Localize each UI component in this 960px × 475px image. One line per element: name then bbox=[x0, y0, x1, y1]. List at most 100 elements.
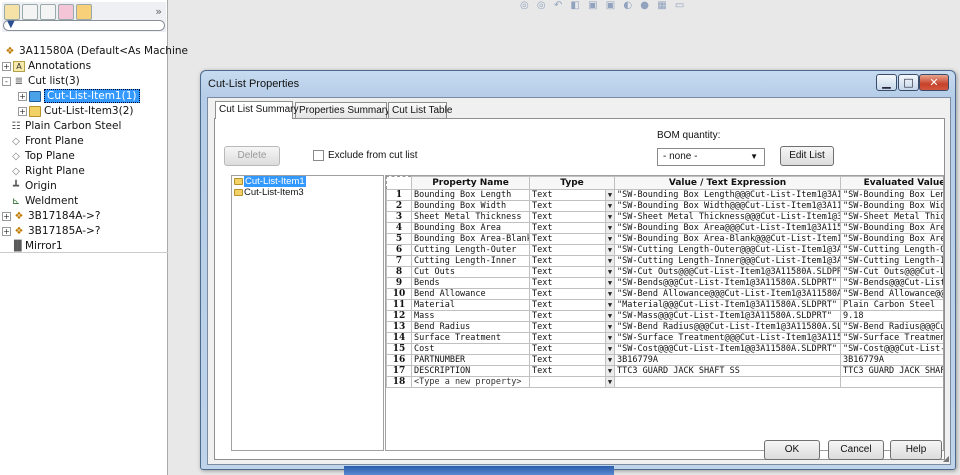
type-cell[interactable]: Text ▼ bbox=[529, 299, 615, 311]
property-name-cell[interactable]: Mass bbox=[411, 310, 530, 322]
chevron-down-icon[interactable]: ▼ bbox=[605, 278, 614, 288]
configuration-manager-tab-icon[interactable] bbox=[40, 4, 56, 20]
tree-item-weldment[interactable]: ⊾ Weldment bbox=[0, 194, 168, 209]
table-row[interactable]: 12 Mass Text ▼ "SW-Mass@@@Cut-List-Item1@3A1… bbox=[386, 310, 943, 322]
expand-icon[interactable]: + bbox=[18, 106, 27, 116]
chevron-down-icon[interactable]: ▼ bbox=[605, 300, 614, 310]
type-cell[interactable]: Text ▼ bbox=[529, 310, 615, 322]
table-row[interactable]: 10 Bend Allowance Text ▼ "SW-Bend Allowance@… bbox=[386, 288, 943, 300]
list-item[interactable]: Cut-List-Item1 bbox=[232, 176, 383, 187]
value-expression-cell[interactable]: "SW-Sheet Metal Thickness@@@Cut-List-Ite… bbox=[614, 211, 841, 223]
expand-icon[interactable]: + bbox=[2, 211, 11, 221]
type-cell[interactable]: Text ▼ bbox=[529, 244, 615, 256]
bom-quantity-select[interactable]: - none - ▼ bbox=[657, 148, 765, 166]
property-name-cell[interactable]: Surface Treatment bbox=[411, 332, 530, 344]
type-cell[interactable]: Text ▼ bbox=[529, 277, 615, 289]
type-cell[interactable]: Text ▼ bbox=[529, 343, 615, 355]
type-cell[interactable]: Text ▼ bbox=[529, 200, 615, 212]
evaluated-value-cell[interactable]: "SW-Cutting Length-Outer@ bbox=[840, 244, 943, 256]
evaluated-value-cell[interactable]: "SW-Bend Radius@@@Cut- bbox=[840, 321, 943, 333]
value-expression-cell[interactable]: "SW-Bend Radius@@@Cut-List-Item1@3A11580… bbox=[614, 321, 841, 333]
expand-icon[interactable]: + bbox=[18, 91, 27, 101]
property-name-cell[interactable]: Cutting Length-Inner bbox=[411, 255, 530, 267]
tree-item-cut-list-item1[interactable]: + Cut-List-Item1(1) bbox=[0, 89, 168, 104]
table-row[interactable]: 4 Bounding Box Area Text ▼ "SW-Bounding Box … bbox=[386, 222, 943, 234]
section-view-icon[interactable]: ◧ bbox=[570, 0, 579, 11]
table-row[interactable]: 11 Material Text ▼ "Material@@@Cut-List-Item… bbox=[386, 299, 943, 311]
tab-properties-summary[interactable]: Properties Summary bbox=[295, 102, 390, 118]
evaluated-value-cell[interactable]: "SW-Bounding Box Area@@ bbox=[840, 222, 943, 234]
view-settings-icon[interactable]: ▭ bbox=[675, 0, 684, 11]
evaluated-value-cell[interactable]: "SW-Sheet Metal Thickness bbox=[840, 211, 943, 223]
chevron-down-icon[interactable]: ▼ bbox=[605, 234, 614, 244]
display-manager-tab-icon[interactable] bbox=[76, 4, 92, 20]
dimxpert-tab-icon[interactable] bbox=[58, 4, 74, 20]
delete-button[interactable]: Delete bbox=[224, 146, 280, 166]
table-row[interactable]: 13 Bend Radius Text ▼ "SW-Bend Radius@@@Cut-… bbox=[386, 321, 943, 333]
property-name-cell[interactable]: DESCRIPTION bbox=[411, 365, 530, 377]
tree-item-3b17184a[interactable]: + ❖ 3B17184A->? bbox=[0, 209, 168, 224]
property-name-cell[interactable]: Bounding Box Width bbox=[411, 200, 530, 212]
chevron-down-icon[interactable]: ▼ bbox=[605, 201, 614, 211]
evaluated-value-cell[interactable]: TTC3 GUARD JACK SHAFT S bbox=[840, 365, 943, 377]
property-name-cell[interactable]: Bounding Box Area-Blank bbox=[411, 233, 530, 245]
evaluated-value-cell[interactable]: "SW-Cut Outs@@@Cut-List bbox=[840, 266, 943, 278]
type-cell[interactable]: Text ▼ bbox=[529, 233, 615, 245]
chevron-down-icon[interactable]: ▼ bbox=[605, 333, 614, 343]
value-expression-cell[interactable]: "Material@@@Cut-List-Item1@3A11580A.SLDP… bbox=[614, 299, 841, 311]
scene-icon[interactable]: ▦ bbox=[657, 0, 666, 11]
evaluated-value-cell[interactable]: 3B16779A bbox=[840, 354, 943, 366]
table-row[interactable]: 3 Sheet Metal Thickness Text ▼ "SW-Sheet Met… bbox=[386, 211, 943, 223]
zoom-area-icon[interactable]: ◎ bbox=[537, 0, 546, 11]
chevron-down-icon[interactable]: ▼ bbox=[605, 256, 614, 266]
tree-item-origin[interactable]: ┻ Origin bbox=[0, 179, 168, 194]
table-row[interactable]: 16 PARTNUMBER Text ▼ 3B16779A 3B16779A bbox=[386, 354, 943, 366]
evaluated-value-cell[interactable]: "SW-Bend Allowance@@@ bbox=[840, 288, 943, 300]
collapse-panel-icon[interactable]: » bbox=[155, 5, 162, 18]
tree-item-top-plane[interactable]: ◇ Top Plane bbox=[0, 149, 168, 164]
type-cell[interactable]: Text ▼ bbox=[529, 266, 615, 278]
value-expression-cell[interactable]: 3B16779A bbox=[614, 354, 841, 366]
property-name-cell[interactable]: Bend Allowance bbox=[411, 288, 530, 300]
evaluated-value-cell[interactable]: "SW-Bounding Box Length@ bbox=[840, 189, 943, 201]
evaluated-value-cell[interactable]: 9.18 bbox=[840, 310, 943, 322]
evaluated-value-cell[interactable]: "SW-Bounding Box Area-Bla bbox=[840, 233, 943, 245]
property-name-cell[interactable]: Bends bbox=[411, 277, 530, 289]
evaluated-value-cell[interactable]: "SW-Cost@@@Cut-List-Ite bbox=[840, 343, 943, 355]
property-manager-tab-icon[interactable] bbox=[22, 4, 38, 20]
chevron-down-icon[interactable]: ▼ bbox=[605, 212, 614, 222]
tree-item-3b17185a[interactable]: + ❖ 3B17185A->? bbox=[0, 224, 168, 239]
table-row[interactable]: 6 Cutting Length-Outer Text ▼ "SW-Cutting Le… bbox=[386, 244, 943, 256]
tree-root[interactable]: ❖ 3A11580A (Default<As Machine bbox=[0, 44, 188, 59]
evaluated-value-cell[interactable]: "SW-Bends@@@Cut-List-It bbox=[840, 277, 943, 289]
value-expression-cell[interactable]: "SW-Bends@@@Cut-List-Item1@3A11580A.SLDP… bbox=[614, 277, 841, 289]
value-expression-cell[interactable]: "SW-Bounding Box Length@@@Cut-List-Item1… bbox=[614, 189, 841, 201]
close-icon[interactable]: ✕ bbox=[919, 74, 949, 91]
type-cell[interactable]: Text ▼ bbox=[529, 255, 615, 267]
tree-item-cut-list[interactable]: - ≣ Cut list(3) bbox=[0, 74, 168, 89]
value-expression-cell[interactable] bbox=[614, 376, 841, 388]
type-cell[interactable]: Text ▼ bbox=[529, 288, 615, 300]
value-expression-cell[interactable]: "SW-Mass@@@Cut-List-Item1@3A11580A.SLDPR… bbox=[614, 310, 841, 322]
tree-item-material[interactable]: ☷ Plain Carbon Steel bbox=[0, 119, 168, 134]
evaluated-value-cell[interactable]: "SW-Surface Treatment@@ bbox=[840, 332, 943, 344]
tree-filter-input[interactable]: ▼ bbox=[3, 19, 165, 31]
property-name-cell[interactable]: Bounding Box Area bbox=[411, 222, 530, 234]
chevron-down-icon[interactable]: ▼ bbox=[605, 366, 614, 376]
table-row[interactable]: 15 Cost Text ▼ "SW-Cost@@@Cut-List-Item1@@3A… bbox=[386, 343, 943, 355]
table-row[interactable]: 14 Surface Treatment Text ▼ "SW-Surface Trea… bbox=[386, 332, 943, 344]
property-name-cell[interactable]: Cutting Length-Outer bbox=[411, 244, 530, 256]
chevron-down-icon[interactable]: ▼ bbox=[605, 289, 614, 299]
value-expression-cell[interactable]: "SW-Bounding Box Area@@@Cut-List-Item1@3… bbox=[614, 222, 841, 234]
value-expression-cell[interactable]: "SW-Surface Treatment@@@Cut-List-Item1@3… bbox=[614, 332, 841, 344]
property-name-cell[interactable]: Material bbox=[411, 299, 530, 311]
type-cell[interactable]: Text ▼ bbox=[529, 211, 615, 223]
tree-item-front-plane[interactable]: ◇ Front Plane bbox=[0, 134, 168, 149]
table-row[interactable]: 2 Bounding Box Width Text ▼ "SW-Bounding Box… bbox=[386, 200, 943, 212]
table-row[interactable]: 8 Cut Outs Text ▼ "SW-Cut Outs@@@Cut-List-It… bbox=[386, 266, 943, 278]
type-cell[interactable]: Text ▼ bbox=[529, 321, 615, 333]
type-cell[interactable]: Text ▼ bbox=[529, 365, 615, 377]
expand-icon[interactable]: + bbox=[2, 61, 11, 71]
minimize-icon[interactable]: ▁ bbox=[876, 74, 897, 91]
chevron-down-icon[interactable]: ▼ bbox=[605, 344, 614, 354]
